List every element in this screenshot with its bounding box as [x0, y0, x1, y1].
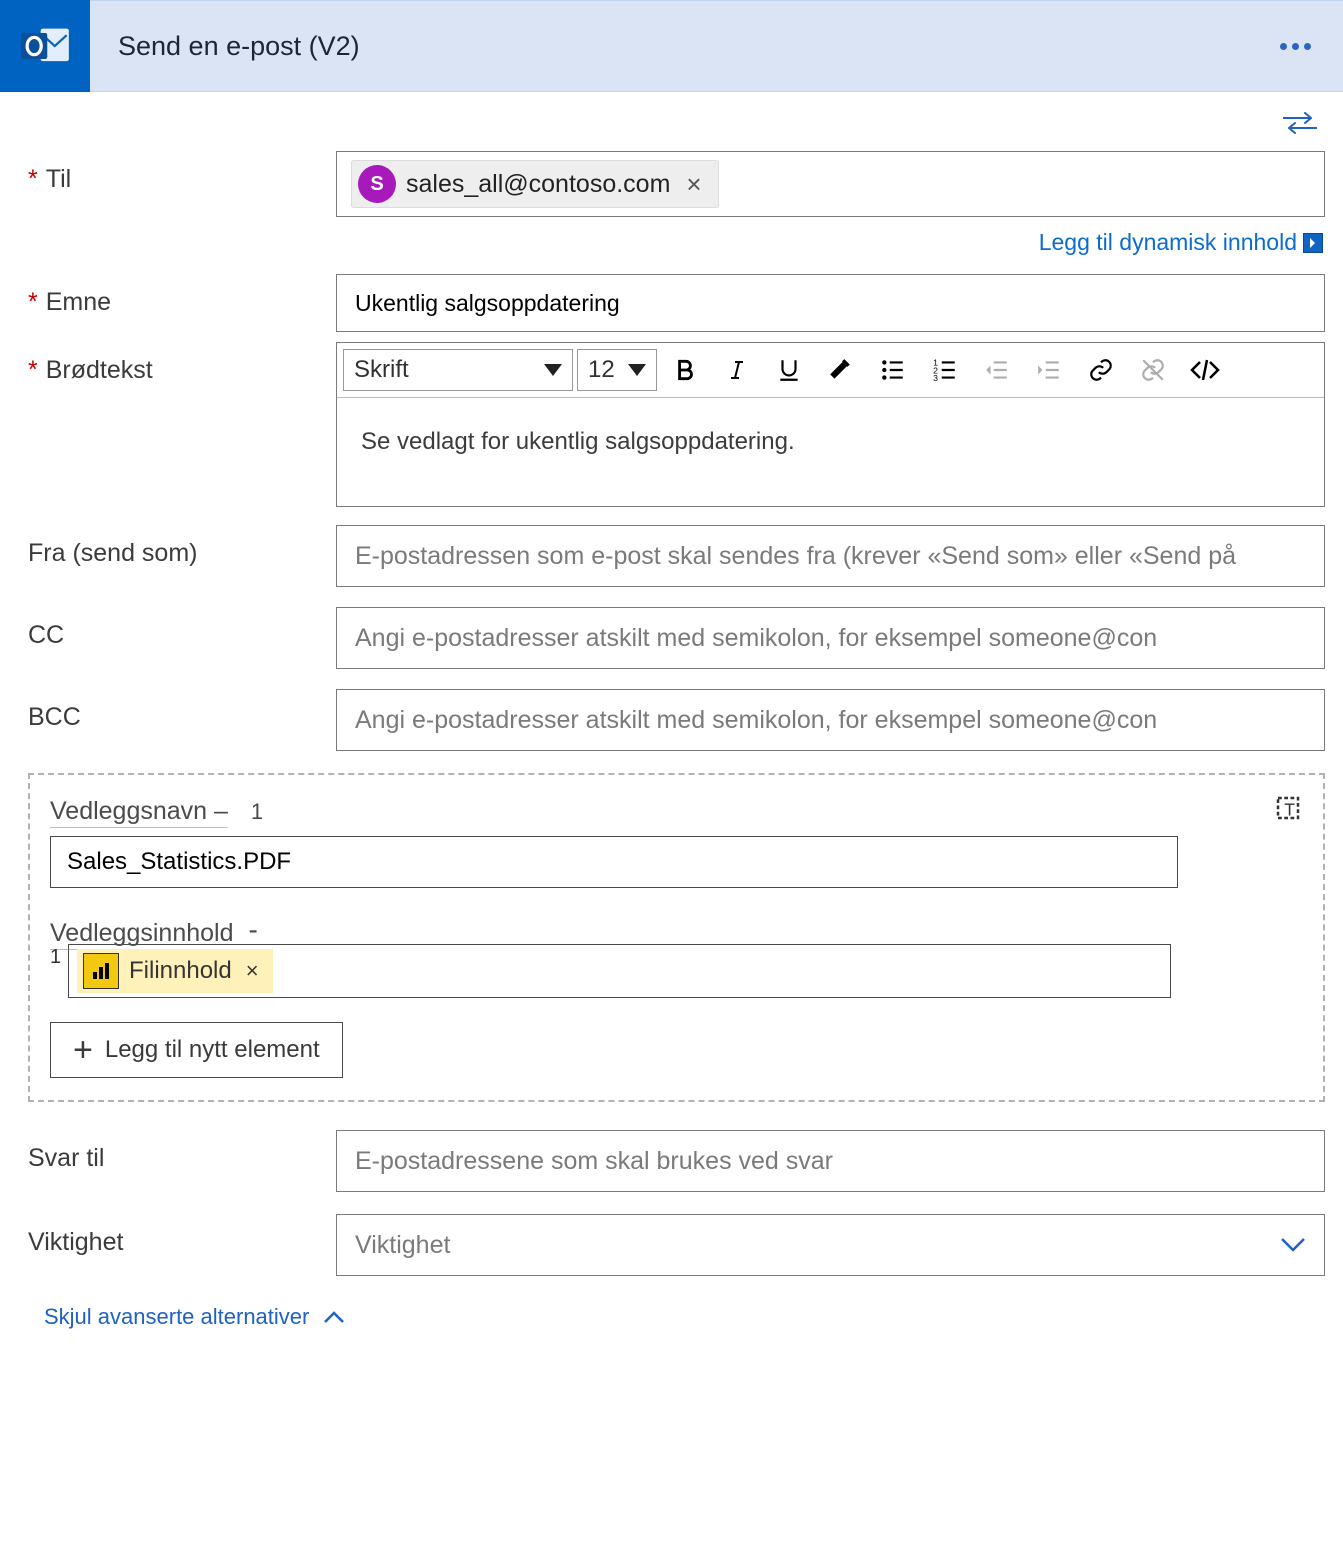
cc-input[interactable]: [336, 607, 1325, 669]
action-title: Send en e-post (V2): [90, 31, 1263, 62]
from-label: Fra (send som): [28, 525, 336, 568]
attachment-content-input[interactable]: Filinnhold ×: [68, 944, 1171, 998]
text-color-button[interactable]: [817, 349, 865, 391]
italic-button[interactable]: [713, 349, 761, 391]
attachment-content-index: 1: [50, 944, 68, 969]
reply-to-label: Svar til: [28, 1130, 336, 1173]
body-text[interactable]: Se vedlagt for ukentlig salgsoppdatering…: [337, 398, 1324, 506]
subject-label: * Emne: [28, 274, 336, 317]
attachment-name-input[interactable]: [50, 836, 1178, 888]
bcc-label-text: BCC: [28, 703, 81, 732]
add-item-button[interactable]: + Legg til nytt element: [50, 1022, 343, 1078]
required-star-icon: *: [28, 288, 38, 317]
plus-icon: +: [73, 1033, 93, 1067]
body-label: * Brødtekst: [28, 342, 336, 385]
to-label: * Til: [28, 151, 336, 194]
number-list-button[interactable]: 123: [921, 349, 969, 391]
indent-button[interactable]: [1025, 349, 1073, 391]
cc-label-text: CC: [28, 621, 64, 650]
bcc-input[interactable]: [336, 689, 1325, 751]
required-star-icon: *: [28, 356, 38, 385]
reply-to-input[interactable]: [336, 1130, 1325, 1192]
hide-advanced-link[interactable]: Skjul avanserte alternativer: [44, 1304, 1325, 1330]
importance-placeholder: Viktighet: [355, 1231, 450, 1260]
subject-input[interactable]: [336, 274, 1325, 332]
font-select-value: Skrift: [354, 356, 409, 384]
to-label-text: Til: [46, 165, 71, 194]
swap-icon[interactable]: [1283, 112, 1317, 139]
header-more-button[interactable]: [1263, 43, 1343, 50]
dot-icon: [1292, 43, 1299, 50]
rte-toolbar: Skrift 12 123: [337, 343, 1324, 398]
avatar: S: [358, 165, 396, 203]
to-input[interactable]: S sales_all@contoso.com ×: [336, 151, 1325, 217]
dynamic-content-icon[interactable]: [1303, 233, 1323, 253]
file-content-token[interactable]: Filinnhold ×: [77, 949, 273, 993]
add-item-label: Legg til nytt element: [105, 1036, 320, 1064]
body-label-text: Brødtekst: [46, 356, 153, 385]
outlook-icon: [0, 0, 90, 92]
chevron-down-icon: [544, 364, 562, 376]
remove-token-button[interactable]: ×: [242, 958, 263, 984]
svg-text:T: T: [1284, 800, 1295, 820]
powerbi-icon: [83, 953, 119, 989]
bcc-label: BCC: [28, 689, 336, 732]
from-input[interactable]: [336, 525, 1325, 587]
font-size-select[interactable]: 12: [577, 349, 657, 391]
link-button[interactable]: [1077, 349, 1125, 391]
chevron-down-icon: [1280, 1231, 1306, 1260]
unlink-button[interactable]: [1129, 349, 1177, 391]
attachment-name-index: 1: [235, 799, 263, 824]
code-view-button[interactable]: [1181, 349, 1229, 391]
bold-button[interactable]: [661, 349, 709, 391]
body-editor: Skrift 12 123: [336, 342, 1325, 507]
dot-icon: [1304, 43, 1311, 50]
recipient-email: sales_all@contoso.com: [406, 170, 670, 199]
font-select[interactable]: Skrift: [343, 349, 573, 391]
required-star-icon: *: [28, 165, 38, 194]
recipient-chip[interactable]: S sales_all@contoso.com ×: [351, 160, 719, 208]
underline-button[interactable]: [765, 349, 813, 391]
outdent-button[interactable]: [973, 349, 1021, 391]
importance-select[interactable]: Viktighet: [336, 1214, 1325, 1276]
font-size-value: 12: [588, 356, 615, 384]
bullet-list-button[interactable]: [869, 349, 917, 391]
token-label: Filinnhold: [129, 957, 232, 985]
attachments-section: Vedleggsnavn – 1 T Vedleggsinnhold - 1 F…: [28, 773, 1325, 1102]
dot-icon: [1280, 43, 1287, 50]
dash-icon: -: [240, 914, 257, 945]
action-header: Send en e-post (V2): [0, 0, 1343, 92]
importance-label: Viktighet: [28, 1214, 336, 1257]
hide-advanced-label: Skjul avanserte alternativer: [44, 1304, 309, 1330]
from-label-text: Fra (send som): [28, 539, 197, 568]
cc-label: CC: [28, 607, 336, 650]
remove-chip-button[interactable]: ×: [680, 169, 707, 200]
importance-label-text: Viktighet: [28, 1228, 123, 1257]
chevron-up-icon: [323, 1304, 345, 1330]
chevron-down-icon: [628, 364, 646, 376]
add-dynamic-content-link[interactable]: Legg til dynamisk innhold: [1039, 229, 1297, 256]
switch-mode-icon[interactable]: T: [1273, 793, 1303, 830]
svg-text:3: 3: [933, 373, 938, 383]
attachment-name-label: Vedleggsnavn –: [50, 797, 228, 828]
subject-label-text: Emne: [46, 288, 111, 317]
reply-to-label-text: Svar til: [28, 1144, 104, 1173]
